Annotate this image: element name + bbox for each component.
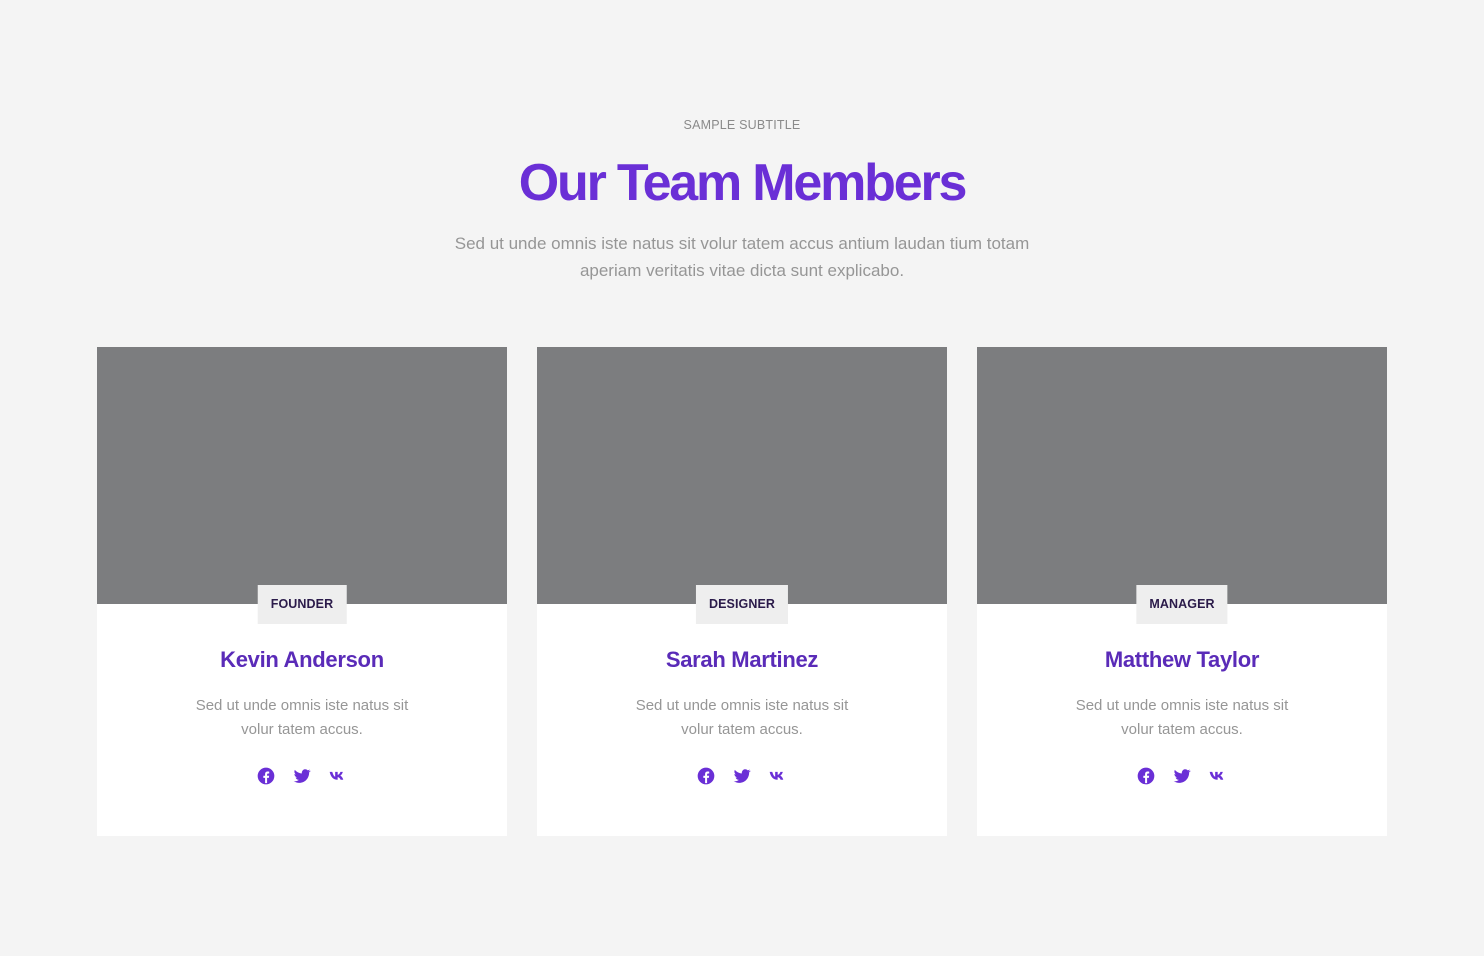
member-bio: Sed ut unde omnis iste natus sit volur t… xyxy=(635,697,849,738)
team-cards: FOUNDER Kevin Anderson Sed ut unde omnis… xyxy=(97,347,1387,836)
facebook-icon[interactable] xyxy=(256,766,276,786)
section-intro: Sed ut unde omnis iste natus sit volur t… xyxy=(454,234,1030,280)
facebook-icon[interactable] xyxy=(1136,766,1156,786)
section-subtitle: SAMPLE SUBTITLE xyxy=(683,118,801,132)
member-role-badge: FOUNDER xyxy=(257,585,347,624)
social-links xyxy=(537,766,947,786)
section-title: Our Team Members xyxy=(518,154,968,212)
member-name[interactable]: Matthew Taylor xyxy=(977,647,1387,673)
member-bio: Sed ut unde omnis iste natus sit volur t… xyxy=(1075,697,1289,738)
social-links xyxy=(977,766,1387,786)
twitter-icon[interactable] xyxy=(1172,766,1192,786)
team-section: SAMPLE SUBTITLE Our Team Members Sed ut … xyxy=(0,0,1484,956)
social-links xyxy=(97,766,507,786)
member-photo xyxy=(97,347,507,604)
member-photo xyxy=(537,347,947,604)
team-card: FOUNDER Kevin Anderson Sed ut unde omnis… xyxy=(97,347,507,836)
member-name[interactable]: Kevin Anderson xyxy=(97,647,507,673)
member-role-badge: MANAGER xyxy=(1136,585,1228,624)
facebook-icon[interactable] xyxy=(696,766,716,786)
vk-icon[interactable] xyxy=(328,766,348,786)
member-name[interactable]: Sarah Martinez xyxy=(537,647,947,673)
member-bio: Sed ut unde omnis iste natus sit volur t… xyxy=(195,697,409,738)
vk-icon[interactable] xyxy=(768,766,788,786)
member-role-badge: DESIGNER xyxy=(695,585,789,624)
team-card: MANAGER Matthew Taylor Sed ut unde omnis… xyxy=(977,347,1387,836)
twitter-icon[interactable] xyxy=(292,766,312,786)
vk-icon[interactable] xyxy=(1208,766,1228,786)
team-card: DESIGNER Sarah Martinez Sed ut unde omni… xyxy=(537,347,947,836)
member-photo xyxy=(977,347,1387,604)
twitter-icon[interactable] xyxy=(732,766,752,786)
